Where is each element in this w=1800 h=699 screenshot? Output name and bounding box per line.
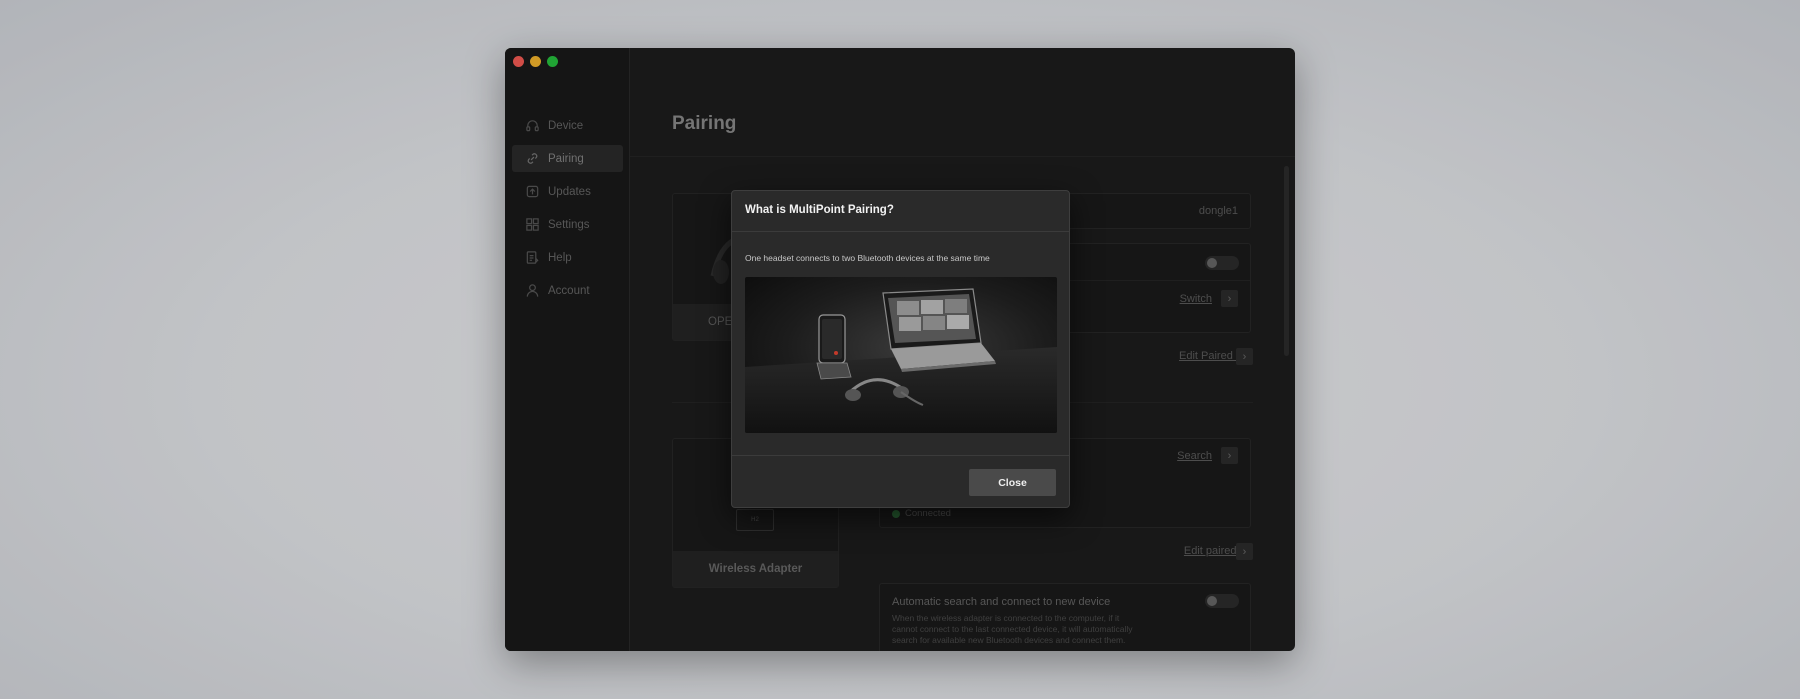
dialog-title: What is MultiPoint Pairing? bbox=[745, 204, 894, 216]
multipoint-illustration bbox=[745, 277, 1057, 433]
multipoint-info-dialog: What is MultiPoint Pairing? One headset … bbox=[731, 190, 1070, 508]
close-button[interactable]: Close bbox=[969, 469, 1056, 496]
dialog-description: One headset connects to two Bluetooth de… bbox=[745, 253, 990, 263]
dialog-divider bbox=[732, 231, 1069, 232]
dialog-footer-divider bbox=[732, 455, 1069, 456]
